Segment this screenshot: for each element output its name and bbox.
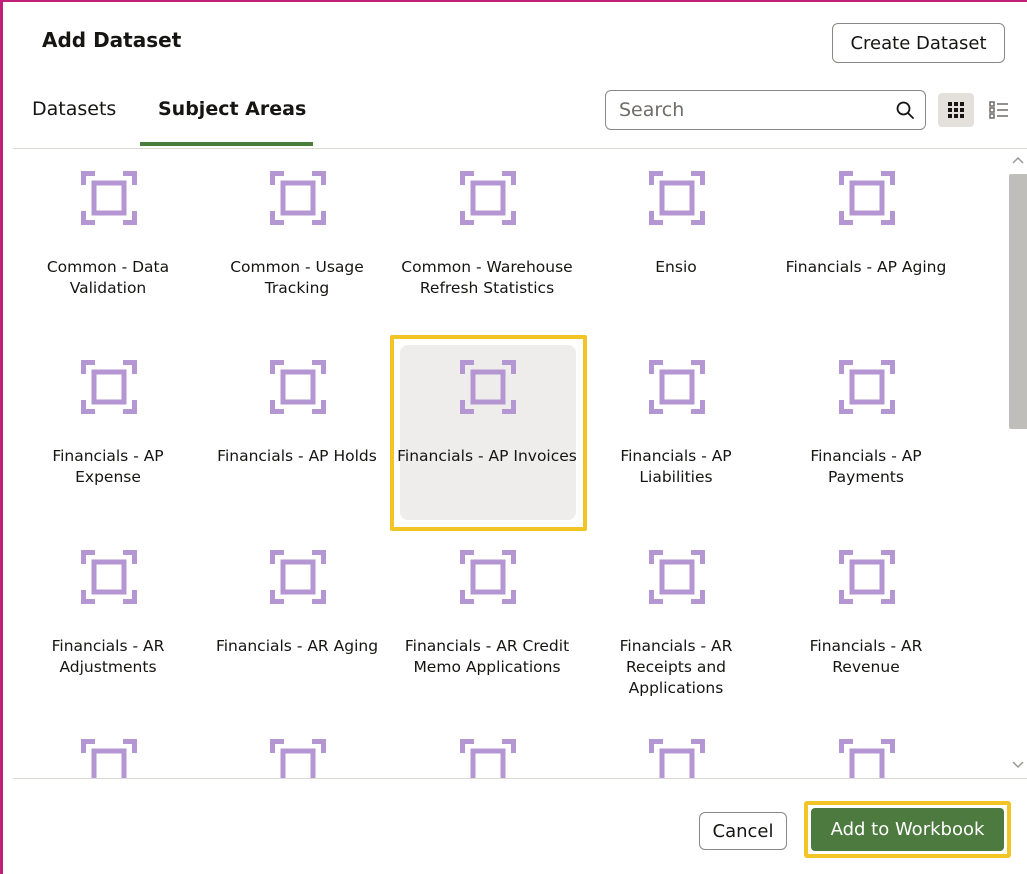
subject-area-tile[interactable]	[771, 717, 961, 778]
grid-view-icon	[948, 102, 964, 118]
subject-area-icon	[268, 169, 328, 227]
subject-area-icon	[79, 169, 139, 227]
subject-area-icon	[268, 737, 328, 778]
grid-view-button[interactable]	[938, 93, 974, 127]
subject-area-tile[interactable]: Financials - AR Adjustments	[13, 528, 203, 708]
subject-area-tile[interactable]: Financials - AR Aging	[202, 528, 392, 708]
list-view-button[interactable]	[986, 97, 1012, 123]
subject-area-tile[interactable]	[13, 717, 203, 778]
tile-label: Common - Usage Tracking	[230, 258, 364, 297]
add-dataset-dialog: Add Dataset Create Dataset Datasets Subj…	[0, 0, 1027, 874]
scrollbar-thumb[interactable]	[1009, 174, 1027, 429]
footer-divider	[13, 778, 1027, 779]
subject-area-tile[interactable]	[392, 717, 582, 778]
subject-area-icon	[458, 358, 518, 416]
tile-label: Financials - AR Revenue	[809, 637, 923, 676]
subject-area-tile[interactable]: Financials - AP Holds	[202, 338, 392, 518]
subject-area-icon	[837, 169, 897, 227]
subject-area-tile[interactable]: Financials - AP Liabilities	[581, 338, 771, 518]
subject-area-tile[interactable]: Financials - AR Receipts and Application…	[581, 528, 771, 708]
tile-label: Ensio	[655, 258, 697, 276]
subject-area-tile[interactable]: Ensio	[581, 149, 771, 329]
cancel-button[interactable]: Cancel	[699, 812, 787, 850]
subject-area-icon	[79, 358, 139, 416]
subject-area-icon	[837, 358, 897, 416]
list-view-icon	[989, 101, 1008, 119]
active-tab-indicator	[140, 142, 313, 146]
tile-label: Financials - AP Aging	[785, 258, 947, 276]
subject-area-tile[interactable]: Financials - AR Credit Memo Applications	[392, 528, 582, 708]
subject-area-icon	[837, 737, 897, 778]
tile-label: Financials - AR Receipts and Application…	[619, 637, 733, 697]
subject-area-tile[interactable]: Financials - AP Expense	[13, 338, 203, 518]
subject-area-tile[interactable]	[581, 717, 771, 778]
subject-area-icon	[647, 737, 707, 778]
dialog-title: Add Dataset	[42, 28, 182, 52]
tile-label: Financials - AP Holds	[217, 447, 377, 465]
subject-area-icon	[647, 548, 707, 606]
subject-area-tile[interactable]: Financials - AP Invoices	[390, 335, 587, 531]
tile-label: Common - Warehouse Refresh Statistics	[401, 258, 573, 297]
scroll-up-icon[interactable]	[1012, 155, 1024, 165]
subject-area-tile[interactable]: Financials - AP Payments	[771, 338, 961, 518]
tile-label: Financials - AP Payments	[810, 447, 922, 486]
subject-area-icon	[458, 548, 518, 606]
subject-area-tile[interactable]: Financials - AP Aging	[771, 149, 961, 329]
create-dataset-button[interactable]: Create Dataset	[832, 23, 1005, 63]
subject-area-tile[interactable]: Financials - AR Revenue	[771, 528, 961, 708]
tile-label: Financials - AR Adjustments	[51, 637, 165, 676]
subject-area-icon	[647, 358, 707, 416]
subject-area-tile[interactable]: Common - Usage Tracking	[202, 149, 392, 329]
tile-label: Financials - AR Aging	[215, 637, 379, 655]
subject-area-icon	[458, 169, 518, 227]
subject-area-icon	[79, 548, 139, 606]
tab-subject-areas[interactable]: Subject Areas	[158, 98, 306, 120]
subject-area-tile[interactable]: Common - Warehouse Refresh Statistics	[392, 149, 582, 329]
tile-label: Financials - AR Credit Memo Applications	[404, 637, 570, 676]
add-to-workbook-button[interactable]: Add to Workbook	[811, 808, 1004, 851]
subject-area-icon	[837, 548, 897, 606]
subject-area-tile[interactable]	[202, 717, 392, 778]
tile-label: Financials - AP Expense	[52, 447, 164, 486]
search-icon[interactable]	[895, 100, 915, 120]
subject-area-icon	[458, 737, 518, 778]
subject-area-icon	[79, 737, 139, 778]
scroll-down-icon[interactable]	[1012, 760, 1024, 770]
tile-label: Common - Data Validation	[46, 258, 170, 297]
tile-label: Financials - AP Invoices	[397, 447, 577, 465]
vertical-scrollbar[interactable]	[1006, 149, 1027, 778]
search-box	[605, 90, 926, 130]
subject-area-icon	[268, 358, 328, 416]
subject-area-grid: Common - Data Validation Common - Usage …	[13, 149, 1003, 778]
subject-area-tile[interactable]: Common - Data Validation	[13, 149, 203, 329]
subject-area-icon	[268, 548, 328, 606]
tile-label: Financials - AP Liabilities	[620, 447, 732, 486]
tab-datasets[interactable]: Datasets	[32, 98, 116, 120]
subject-area-icon	[647, 169, 707, 227]
search-input[interactable]	[619, 99, 889, 121]
